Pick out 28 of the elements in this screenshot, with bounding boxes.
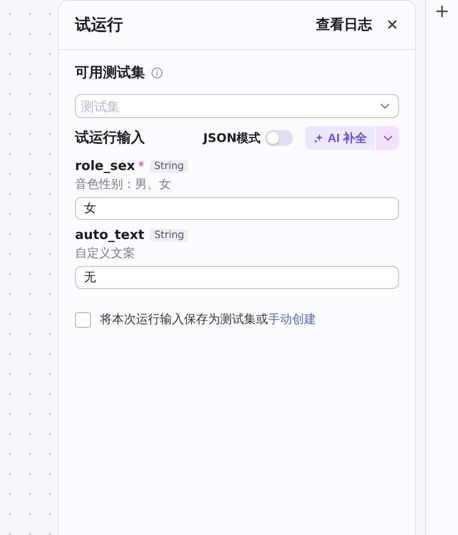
input-field[interactable]: 女 — [75, 197, 399, 220]
ai-options-button[interactable] — [375, 126, 399, 150]
json-mode-toggle[interactable] — [264, 130, 293, 146]
ai-complete-button[interactable]: AI 补全 — [304, 126, 375, 150]
parameter-description: 音色性别：男、女 — [75, 176, 172, 193]
sparkle-icon — [312, 132, 324, 144]
close-button[interactable]: ✕ — [386, 16, 399, 34]
test-set-label: 可用测试集 — [75, 64, 145, 82]
type-tag: String — [150, 160, 188, 173]
input-field[interactable]: 无 — [75, 266, 399, 289]
info-icon[interactable] — [151, 67, 163, 79]
chevron-down-icon — [380, 103, 390, 109]
add-button[interactable]: + — [434, 2, 450, 22]
test-set-select[interactable]: 测试集 — [75, 94, 399, 118]
panel-title: 试运行 — [75, 14, 124, 36]
save-option-text: 将本次运行输入保存为测试集或手动创建 — [100, 311, 316, 328]
manual-create-link[interactable]: 手动创建 — [268, 312, 316, 326]
parameter-name: role_sex — [75, 159, 136, 174]
view-log-link[interactable]: 查看日志 — [316, 16, 372, 34]
test-set-input[interactable]: 测试集 — [81, 98, 380, 114]
required-mark: * — [138, 159, 144, 173]
type-tag: String — [150, 229, 188, 242]
parameter-name: auto_text — [75, 228, 144, 243]
run-input-label: 试运行输入 — [75, 129, 145, 147]
chevron-down-icon — [382, 135, 392, 141]
save-checkbox[interactable] — [75, 312, 91, 328]
json-mode-label: JSON模式 — [203, 130, 261, 146]
parameter-description: 自定义文案 — [75, 245, 136, 262]
